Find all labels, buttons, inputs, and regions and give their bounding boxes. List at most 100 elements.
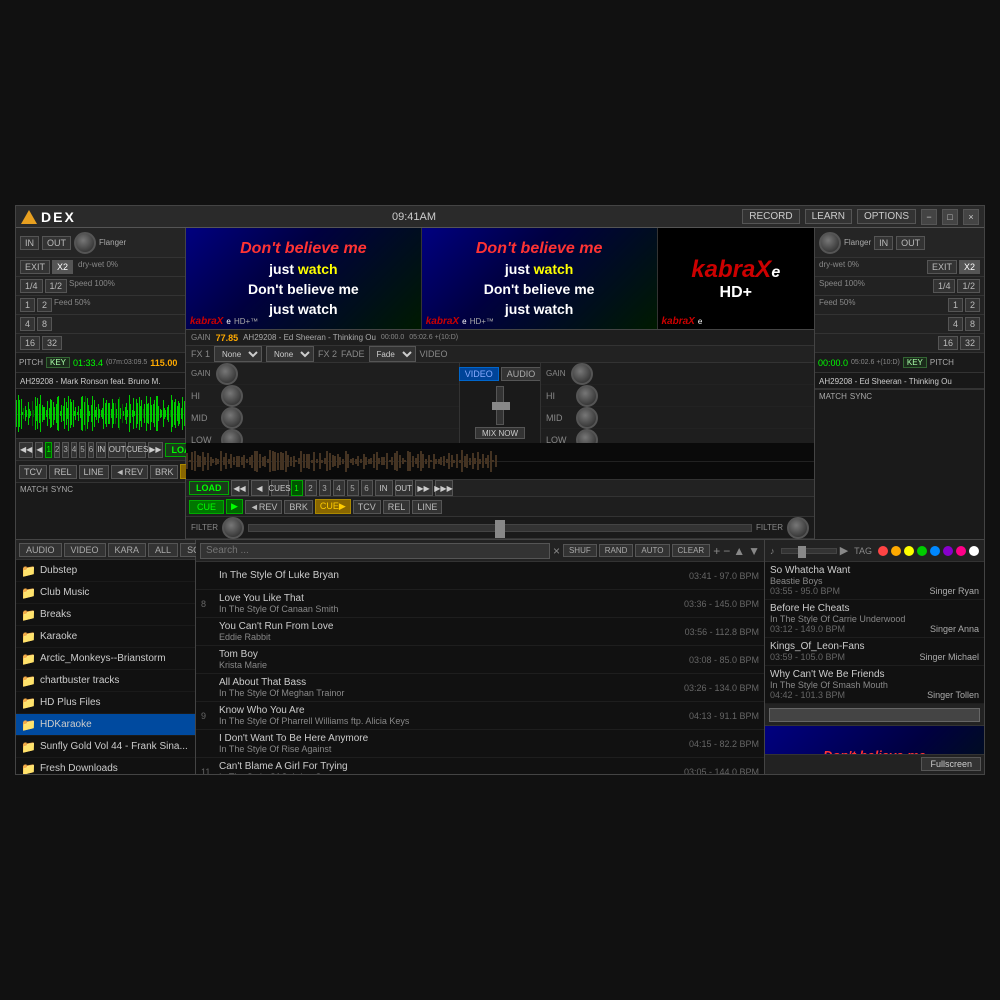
tag-dot-blue[interactable] xyxy=(930,546,940,556)
right-tcv-button[interactable]: TCV xyxy=(353,500,381,514)
right-cue2[interactable]: 2 xyxy=(305,480,317,496)
folder-karaoke[interactable]: 📁 Karaoke xyxy=(16,626,195,648)
left-rel-button[interactable]: REL xyxy=(49,465,77,479)
left-out-button2[interactable]: OUT xyxy=(108,442,126,458)
fade-select[interactable]: Fade xyxy=(369,346,416,362)
right-prev-button[interactable]: ◀ xyxy=(251,480,269,496)
left-gain-knob[interactable] xyxy=(216,363,238,385)
left-cue2[interactable]: 2 xyxy=(54,442,60,458)
track-row-2[interactable]: You Can't Run From Love Eddie Rabbit 03:… xyxy=(196,618,764,646)
left-mid-knob[interactable] xyxy=(221,407,243,429)
left-hi-knob[interactable] xyxy=(221,385,243,407)
left-in-button2[interactable]: IN xyxy=(96,442,106,458)
remove-button[interactable]: − xyxy=(723,544,730,558)
folder-breaks[interactable]: 📁 Breaks xyxy=(16,604,195,626)
minimize-button[interactable]: − xyxy=(921,209,937,225)
right-cue4[interactable]: 4 xyxy=(333,480,345,496)
right-ffwd2-button[interactable]: ▶▶▶ xyxy=(435,480,453,496)
learn-button[interactable]: LEARN xyxy=(805,209,852,224)
left-8-button[interactable]: 8 xyxy=(37,317,52,331)
right-line-button[interactable]: LINE xyxy=(412,500,442,514)
track-row-3[interactable]: Tom Boy Krista Marie 03:08 - 85.0 BPM xyxy=(196,646,764,674)
playlist-scrubber[interactable] xyxy=(781,548,837,554)
search-input[interactable] xyxy=(200,543,550,559)
left-1-2-button[interactable]: 1/2 xyxy=(45,279,68,293)
left-1-4-button[interactable]: 1/4 xyxy=(20,279,43,293)
rand-button[interactable]: RAND xyxy=(599,544,634,557)
right-load-button[interactable]: LOAD xyxy=(189,481,229,495)
track-row-1[interactable]: 8 Love You Like That In The Style Of Can… xyxy=(196,590,764,618)
right-play-button[interactable]: ▶ xyxy=(226,499,243,514)
up-button[interactable]: ▲ xyxy=(733,544,745,558)
right-ffwd-button[interactable]: ▶▶ xyxy=(415,480,433,496)
add-button[interactable]: + xyxy=(713,544,720,558)
filter-knob[interactable] xyxy=(222,517,244,539)
record-button[interactable]: RECORD xyxy=(742,209,799,224)
right-hi-knob[interactable] xyxy=(576,385,598,407)
left-4-button[interactable]: 4 xyxy=(20,317,35,331)
right-cue6[interactable]: 6 xyxy=(361,480,373,496)
track-row-0[interactable]: In The Style Of Luke Bryan 03:41 - 97.0 … xyxy=(196,562,764,590)
left-rewind-button[interactable]: ◀◀ xyxy=(19,442,33,458)
playlist-row-1[interactable]: Before He Cheats In The Style Of Carrie … xyxy=(765,600,984,638)
left-in-button[interactable]: IN xyxy=(20,236,39,250)
right-8-button[interactable]: 8 xyxy=(965,317,980,331)
right-16-button[interactable]: 16 xyxy=(938,336,958,350)
left-out-button[interactable]: OUT xyxy=(42,236,71,250)
left-cue4[interactable]: 4 xyxy=(71,442,77,458)
right-gain-knob[interactable] xyxy=(571,363,593,385)
mix-now-button[interactable]: MIX NOW xyxy=(475,427,525,440)
clear-button[interactable]: CLEAR xyxy=(672,544,711,557)
right-cue-arrow-button[interactable]: CUE▶ xyxy=(315,499,351,514)
right-out-button[interactable]: OUT xyxy=(395,480,413,496)
track-row-6[interactable]: I Don't Want To Be Here Anymore In The S… xyxy=(196,730,764,758)
folder-sunfly[interactable]: 📁 Sunfly Gold Vol 44 - Frank Sina... xyxy=(16,736,195,758)
left-rev-button[interactable]: ◄REV xyxy=(111,465,148,479)
left-cues-button[interactable]: CUES xyxy=(128,442,146,458)
playlist-row-3[interactable]: Why Can't We Be Friends In The Style Of … xyxy=(765,666,984,704)
right-cue-green-button[interactable]: CUE xyxy=(189,500,224,514)
video-toggle[interactable]: VIDEO xyxy=(459,367,499,381)
right-1-2-button[interactable]: 1/2 xyxy=(957,279,980,293)
close-button[interactable]: × xyxy=(963,209,979,225)
fx1-select2[interactable]: None xyxy=(266,346,314,362)
main-fader[interactable] xyxy=(496,386,504,424)
playlist-row-0[interactable]: So Whatcha Want Beastie Boys 03:55 - 95.… xyxy=(765,562,984,600)
left-tcv-button[interactable]: TCV xyxy=(19,465,47,479)
options-button[interactable]: OPTIONS xyxy=(857,209,916,224)
tag-dot-red[interactable] xyxy=(878,546,888,556)
kara-tab[interactable]: KARA xyxy=(108,543,147,557)
right-2-button[interactable]: 2 xyxy=(965,298,980,312)
folder-dubstep[interactable]: 📁 Dubstep xyxy=(16,560,195,582)
left-line-button[interactable]: LINE xyxy=(79,465,109,479)
tag-dot-green[interactable] xyxy=(917,546,927,556)
left-16-button[interactable]: 16 xyxy=(20,336,40,350)
crossfader[interactable] xyxy=(248,524,752,532)
right-cue3[interactable]: 3 xyxy=(319,480,331,496)
maximize-button[interactable]: □ xyxy=(942,209,958,225)
left-cue3[interactable]: 3 xyxy=(62,442,68,458)
left-cue5[interactable]: 5 xyxy=(79,442,85,458)
right-out-top-button[interactable]: OUT xyxy=(896,236,925,250)
shuf-button[interactable]: SHUF xyxy=(563,544,597,557)
mini-search-input[interactable] xyxy=(769,708,980,722)
left-brk-button[interactable]: BRK xyxy=(150,465,179,479)
fullscreen-button[interactable]: Fullscreen xyxy=(921,757,981,771)
left-exit-button[interactable]: EXIT xyxy=(20,260,50,274)
down-button[interactable]: ▼ xyxy=(748,544,760,558)
left-x2-button[interactable]: X2 xyxy=(52,260,73,274)
playlist-row-2[interactable]: Kings_Of_Leon-Fans 03:59 - 105.0 BPM Sin… xyxy=(765,638,984,666)
track-row-7[interactable]: 11 Can't Blame A Girl For Trying In The … xyxy=(196,758,764,774)
right-rev-button[interactable]: ◄REV xyxy=(245,500,282,514)
left-flanger-knob[interactable] xyxy=(74,232,96,254)
track-row-5[interactable]: 9 Know Who You Are In The Style Of Pharr… xyxy=(196,702,764,730)
folder-hdkaraoke[interactable]: 📁 HDKaraoke xyxy=(16,714,195,736)
folder-fresh[interactable]: 📁 Fresh Downloads xyxy=(16,758,195,774)
tag-dot-orange[interactable] xyxy=(891,546,901,556)
all-tab[interactable]: ALL xyxy=(148,543,178,557)
filter-right-knob[interactable] xyxy=(787,517,809,539)
folder-club-music[interactable]: 📁 Club Music xyxy=(16,582,195,604)
video-tab[interactable]: VIDEO xyxy=(64,543,106,557)
left-32-button[interactable]: 32 xyxy=(42,336,62,350)
right-brk-button[interactable]: BRK xyxy=(284,500,313,514)
